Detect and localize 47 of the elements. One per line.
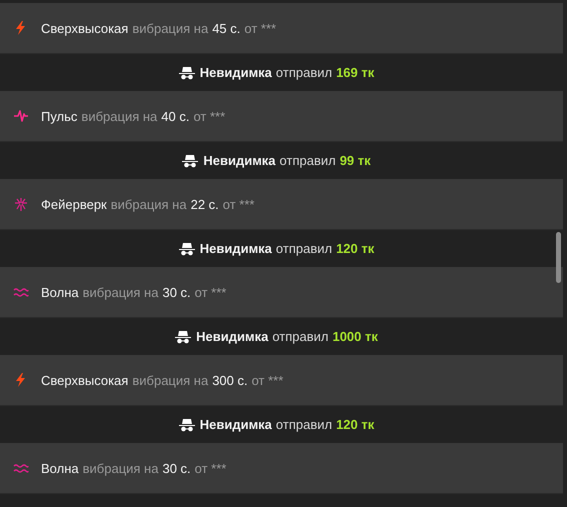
tip-text: отправил: [272, 329, 328, 344]
user-name: Невидимка: [200, 241, 272, 256]
tip-text: отправил: [276, 417, 332, 432]
sender-text: от ***: [194, 284, 226, 300]
tip-amount: 169 тк: [336, 65, 374, 80]
tip-text: отправил: [276, 65, 332, 80]
duration-text: 30 с.: [162, 284, 191, 300]
tip-amount: 1000 тк: [332, 329, 378, 344]
user-name: Невидимка: [203, 153, 276, 168]
sender-text: от ***: [193, 108, 226, 124]
user-name: Невидимка: [200, 65, 272, 80]
pulse-icon: [13, 108, 29, 124]
tip-amount: 99 тк: [340, 153, 371, 168]
incognito-icon: [178, 66, 195, 80]
incognito-icon: [178, 242, 195, 256]
tip-amount: 120 тк: [336, 417, 374, 432]
event-text: вибрация на: [81, 108, 158, 124]
incognito-icon: [182, 154, 198, 168]
tip-text: отправил: [280, 153, 336, 168]
event-text: вибрация на: [82, 460, 158, 476]
event-text: вибрация на: [132, 372, 208, 388]
event-text: вибрация на: [82, 284, 158, 300]
sender-text: от ***: [222, 196, 254, 212]
sender-text: от ***: [244, 20, 276, 36]
event-text: вибрация на: [132, 20, 208, 36]
sender-text: от ***: [194, 460, 226, 476]
vibration-name: Волна: [41, 460, 79, 476]
tip-text: отправил: [276, 241, 332, 256]
vibration-name: Сверхвысокая: [41, 372, 128, 388]
incognito-icon: [178, 418, 195, 432]
event-text: вибрация на: [110, 196, 187, 212]
tip-amount: 120 тк: [336, 241, 374, 256]
scrollbar-thumb[interactable]: [556, 232, 561, 283]
vibration-name: Фейерверк: [41, 196, 107, 212]
vibration-name: Волна: [41, 284, 79, 300]
duration-text: 30 с.: [162, 460, 191, 476]
duration-text: 45 с.: [212, 20, 240, 36]
incognito-icon: [175, 330, 192, 344]
user-name: Невидимка: [200, 417, 272, 432]
duration-text: 22 с.: [190, 196, 219, 212]
vibration-name: Пульс: [41, 108, 78, 124]
user-name: Невидимка: [196, 329, 268, 344]
firework-icon: [13, 196, 29, 212]
vibration-name: Сверхвысокая: [41, 20, 128, 36]
duration-text: 300 с.: [212, 372, 248, 388]
duration-text: 40 с.: [161, 108, 190, 124]
sender-text: от ***: [252, 372, 284, 388]
